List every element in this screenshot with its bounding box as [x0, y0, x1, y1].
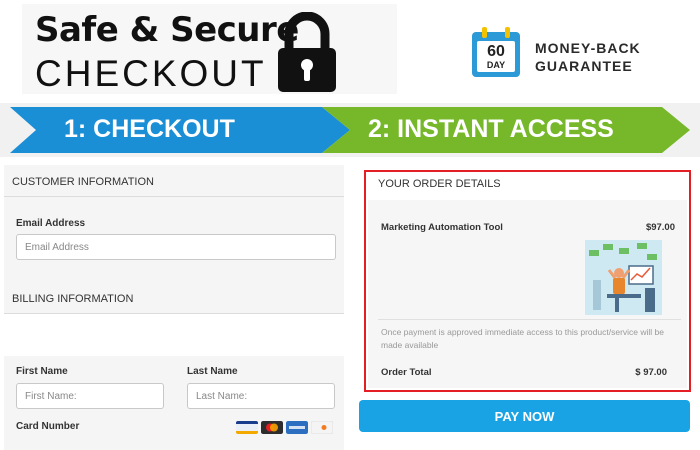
first-name-label: First Name	[16, 366, 68, 377]
order-details-heading: YOUR ORDER DETAILS	[378, 178, 501, 190]
calendar-number: 60	[487, 43, 505, 60]
checkout-header: Safe & Secure CHECKOUT 60 DAY MONEY-BACK…	[0, 0, 700, 100]
divider	[378, 319, 681, 320]
checkout-steps: 1: CHECKOUT 2: INSTANT ACCESS	[0, 103, 700, 157]
last-name-label: Last Name	[187, 366, 238, 377]
calendar-unit: DAY	[486, 60, 506, 70]
email-field[interactable]	[16, 234, 336, 260]
card-number-label: Card Number	[16, 421, 80, 432]
order-total-label: Order Total	[381, 367, 432, 378]
guarantee-line1: MONEY-BACK	[535, 40, 641, 56]
guarantee-line2: GUARANTEE	[535, 58, 633, 74]
customer-info-heading: CUSTOMER INFORMATION	[12, 176, 154, 188]
divider	[4, 196, 344, 197]
email-label: Email Address	[16, 218, 86, 229]
accepted-cards	[236, 421, 333, 435]
checkout-form: CUSTOMER INFORMATION Email Address BILLI…	[4, 165, 344, 450]
order-details-box: YOUR ORDER DETAILS Marketing Automation …	[364, 170, 691, 392]
step1-label: 1: CHECKOUT	[64, 115, 235, 143]
pay-now-button[interactable]: PAY NOW	[359, 400, 690, 432]
discover-icon	[311, 421, 333, 434]
amex-icon	[286, 421, 308, 434]
step2-label: 2: INSTANT ACCESS	[368, 115, 614, 143]
billing-spacer	[4, 314, 344, 356]
secure-title: Safe & Secure	[35, 10, 299, 50]
padlock-icon	[278, 12, 336, 92]
item-price: $97.00	[645, 222, 675, 233]
last-name-field[interactable]	[187, 383, 335, 409]
first-name-field[interactable]	[16, 383, 164, 409]
mastercard-icon	[261, 421, 283, 434]
order-total-price: $ 97.00	[635, 367, 667, 378]
product-image	[585, 240, 662, 315]
checkout-title: CHECKOUT	[35, 53, 267, 94]
item-name: Marketing Automation Tool	[381, 222, 503, 233]
billing-info-heading: BILLING INFORMATION	[12, 293, 134, 305]
access-notice: Once payment is approved immediate acces…	[381, 327, 664, 350]
visa-icon	[236, 421, 258, 434]
